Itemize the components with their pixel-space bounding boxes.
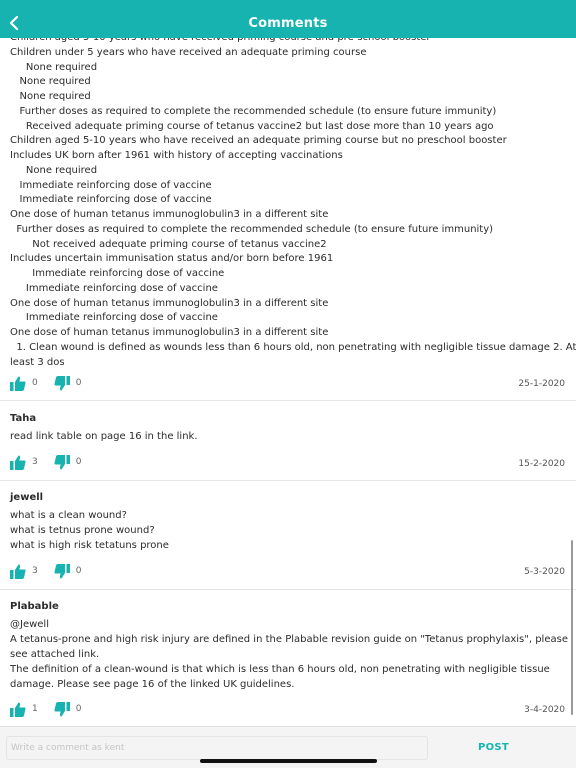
comment-line: Immediate reinforcing dose of vaccine <box>10 282 218 294</box>
dislike-button[interactable] <box>54 563 70 579</box>
like-count: 3 <box>32 457 38 467</box>
comment-date: 15-2-2020 <box>518 459 565 469</box>
vote-bar: 0 0 <box>10 374 97 392</box>
comment-line: Immediate reinforcing dose of vaccine <box>10 268 225 279</box>
comment-line: None required <box>10 61 98 73</box>
comment-line: see attached link. <box>10 649 100 660</box>
comment-line: Children aged 5-10 years who have receiv… <box>10 38 566 46</box>
comment-author: jewell <box>10 492 44 503</box>
comment-body: read link table on page 16 in the link. <box>10 429 566 444</box>
thumbs-down-icon <box>54 375 70 390</box>
comment-item: Plabable @Jewell A tetanus-prone and hig… <box>0 590 576 726</box>
page-title: Comments <box>248 16 328 31</box>
vote-bar: 1 0 <box>10 700 97 718</box>
dislike-count: 0 <box>75 566 82 576</box>
comment-body: Children aged 5-10 years who have receiv… <box>10 38 576 370</box>
home-indicator <box>200 759 377 763</box>
comment-line: Further doses as required to complete th… <box>10 105 497 117</box>
comment-line: Includes uncertain immunisation status a… <box>10 253 334 265</box>
comment-author: Plabable <box>10 601 59 612</box>
comment-line: what is a clean wound? <box>10 510 127 521</box>
like-button[interactable] <box>10 376 26 391</box>
comment-input[interactable] <box>6 736 428 760</box>
comment-line: Immediate reinforcing dose of vaccine <box>10 194 212 206</box>
comment-line: Further doses as required to complete th… <box>10 223 494 235</box>
comment-author: Taha <box>10 413 37 424</box>
chevron-left-icon <box>9 16 19 30</box>
thumbs-up-icon <box>10 702 26 717</box>
comment-line: One dose of human tetanus immunoglobulin… <box>10 297 329 309</box>
like-count: 0 <box>32 378 38 388</box>
dislike-button[interactable] <box>54 454 70 470</box>
like-count: 3 <box>32 566 38 576</box>
comment-date: 25-1-2020 <box>518 379 565 389</box>
comment-item: Children aged 5-10 years who have receiv… <box>0 38 576 401</box>
comment-date: 3-4-2020 <box>524 705 565 715</box>
comment-body: what is a clean wound? what is tetnus pr… <box>10 508 566 553</box>
dislike-count: 0 <box>75 457 82 467</box>
comment-line: read link table on page 16 in the link. <box>10 431 198 442</box>
comment-line: Not received adequate priming course of … <box>10 238 327 250</box>
thumbs-up-icon <box>10 455 26 470</box>
comment-line: The definition of a clean-wound is that … <box>10 664 550 675</box>
thumbs-up-icon <box>10 376 26 391</box>
like-button[interactable] <box>10 455 26 470</box>
comment-line: Children aged 5-10 years who have receiv… <box>10 135 507 147</box>
comment-line: what is high risk tetatuns prone <box>10 540 169 551</box>
comment-line: Immediate reinforcing dose of vaccine <box>10 312 218 324</box>
comment-line: Received adequate priming course of teta… <box>10 120 494 132</box>
comment-line: One dose of human tetanus immunoglobulin… <box>10 327 329 338</box>
thumbs-down-icon <box>54 563 70 578</box>
comment-body: @Jewell A tetanus-prone and high risk in… <box>10 617 568 692</box>
comment-line: @Jewell <box>10 619 49 630</box>
scrollbar[interactable] <box>571 540 573 715</box>
thumbs-down-icon <box>54 701 70 716</box>
comments-list[interactable]: Children aged 5-10 years who have receiv… <box>0 38 576 726</box>
comment-line: Includes UK born after 1961 with history… <box>10 150 343 161</box>
vote-bar: 3 0 <box>10 562 97 580</box>
thumbs-up-icon <box>10 564 26 579</box>
post-button[interactable]: POST <box>478 742 509 753</box>
comment-line: Children under 5 years who have received… <box>10 46 367 58</box>
vote-bar: 3 0 <box>10 453 97 471</box>
dislike-button[interactable] <box>54 701 70 717</box>
comment-line: Immediate reinforcing dose of vaccine <box>10 179 212 191</box>
like-count: 1 <box>32 704 38 714</box>
comment-line: 1. Clean wound is defined as wounds less… <box>10 341 576 353</box>
comment-line: least 3 dos <box>10 356 65 368</box>
comment-line: One dose of human tetanus immunoglobulin… <box>10 209 329 220</box>
dislike-count: 0 <box>75 378 82 388</box>
comment-date: 5-3-2020 <box>524 567 565 577</box>
comment-line: None required <box>10 91 91 102</box>
comment-line: what is tetnus prone wound? <box>10 525 155 536</box>
comment-line: damage. Please see page 16 of the linked… <box>10 679 295 690</box>
comment-item: jewell what is a clean wound? what is te… <box>0 481 576 590</box>
dislike-button[interactable] <box>54 375 70 391</box>
comment-line: None required <box>10 76 91 88</box>
comment-line: None required <box>10 164 98 176</box>
back-button[interactable] <box>6 13 22 33</box>
dislike-count: 0 <box>75 704 82 714</box>
app-header: Comments <box>0 0 576 38</box>
thumbs-down-icon <box>54 454 70 469</box>
like-button[interactable] <box>10 564 26 579</box>
like-button[interactable] <box>10 702 26 717</box>
comment-line: A tetanus-prone and high risk injury are… <box>10 634 568 645</box>
comment-item: Taha read link table on page 16 in the l… <box>0 401 576 481</box>
